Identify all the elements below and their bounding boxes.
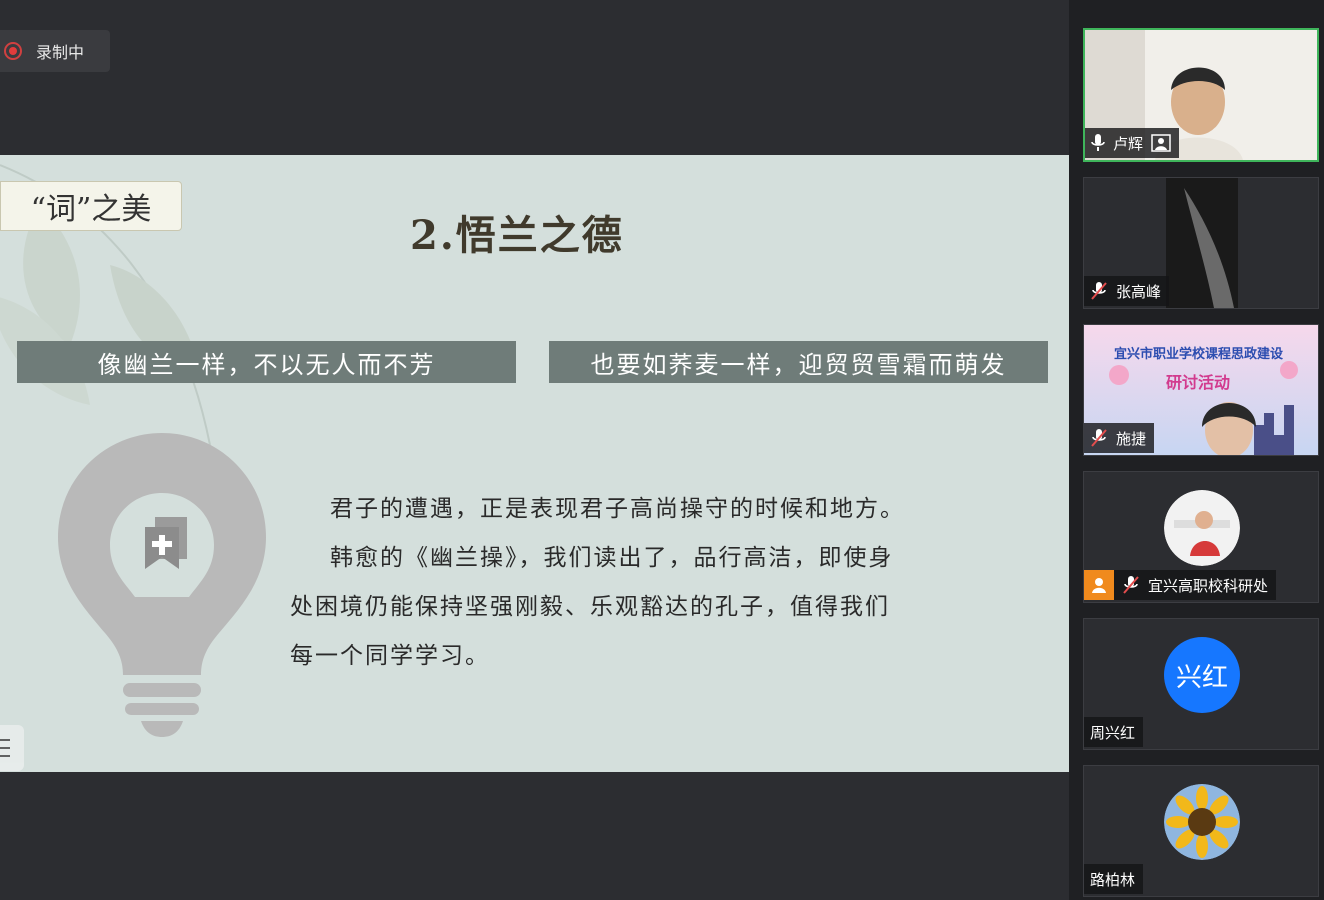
- participant-name: 施捷: [1116, 429, 1147, 448]
- participant-name: 路柏林: [1090, 870, 1136, 889]
- slide-body-text: 君子的遭遇，正是表现君子高尚操守的时候和地方。 韩愈的《幽兰操》，我们读出了，品…: [290, 485, 970, 681]
- paragraph-2: 韩愈的《幽兰操》，我们读出了，品行高洁，即使身: [330, 545, 894, 571]
- participant-tile-2[interactable]: 张高峰: [1083, 177, 1319, 309]
- lightbulb-icon: [58, 433, 266, 737]
- participant-name-tag: 施捷: [1084, 423, 1155, 453]
- microphone-muted-icon: [1090, 429, 1108, 447]
- paragraph-3: 处困境仍能保持坚强刚毅、乐观豁达的孔子，值得我们: [290, 594, 890, 620]
- avatar-initials: 兴红: [1164, 637, 1240, 713]
- microphone-muted-icon: [1122, 576, 1140, 594]
- participant-sidebar: 卢辉 张高峰 宜兴市职业学校课程思政建设 研讨活动 施捷 宜兴高职校科研处 兴红…: [1069, 0, 1324, 900]
- participant-tile-4[interactable]: 宜兴高职校科研处: [1083, 471, 1319, 603]
- participant-name: 卢辉: [1113, 134, 1144, 153]
- participant-name: 周兴红: [1090, 723, 1136, 742]
- slide-title: 2.悟兰之德: [410, 212, 624, 259]
- participant-tile-5[interactable]: 兴红 周兴红: [1083, 618, 1319, 750]
- paragraph-1: 君子的遭遇，正是表现君子高尚操守的时候和地方。: [330, 496, 905, 522]
- banner-right: 也要如荞麦一样，迎贸贸雪霜而萌发: [549, 341, 1048, 383]
- participant-tile-6[interactable]: 路柏林: [1083, 765, 1319, 897]
- participant-name: 张高峰: [1116, 282, 1162, 301]
- user-icon: [1084, 570, 1114, 600]
- recording-indicator[interactable]: 录制中: [0, 30, 110, 72]
- participant-name-tag: 路柏林: [1084, 864, 1144, 894]
- shared-slide: “词”之美 2.悟兰之德 像幽兰一样，不以无人而不芳 也要如荞麦一样，迎贸贸雪霜…: [0, 155, 1069, 772]
- background-title: 宜兴市职业学校课程思政建设: [1114, 347, 1284, 362]
- record-icon: [4, 42, 22, 60]
- banner-left: 像幽兰一样，不以无人而不芳: [17, 341, 516, 383]
- avatar: [1164, 490, 1240, 566]
- main-stage: 录制中 “词”之美 2.悟兰之德 像幽兰一样，不以无人而不芳 也要如荞麦一样，迎…: [0, 0, 1069, 900]
- screen-share-icon: [1151, 134, 1171, 152]
- slide-menu-button[interactable]: [0, 725, 24, 771]
- participant-tile-3[interactable]: 宜兴市职业学校课程思政建设 研讨活动 施捷: [1083, 324, 1319, 456]
- recording-label: 录制中: [36, 43, 85, 62]
- participant-name-tag: 张高峰: [1084, 276, 1170, 306]
- avatar: [1164, 784, 1240, 860]
- microphone-muted-icon: [1090, 282, 1108, 300]
- participant-tile-1[interactable]: 卢辉: [1083, 28, 1319, 162]
- participant-name-tag: 卢辉: [1085, 128, 1180, 158]
- paragraph-4: 每一个同学学习。: [290, 643, 490, 669]
- participant-name-tag: 周兴红: [1084, 717, 1144, 747]
- section-tag: “词”之美: [0, 181, 182, 231]
- participant-name: 宜兴高职校科研处: [1148, 576, 1269, 595]
- participant-name-tag: 宜兴高职校科研处: [1084, 570, 1277, 600]
- microphone-icon: [1091, 134, 1105, 152]
- background-subtitle: 研讨活动: [1166, 373, 1231, 392]
